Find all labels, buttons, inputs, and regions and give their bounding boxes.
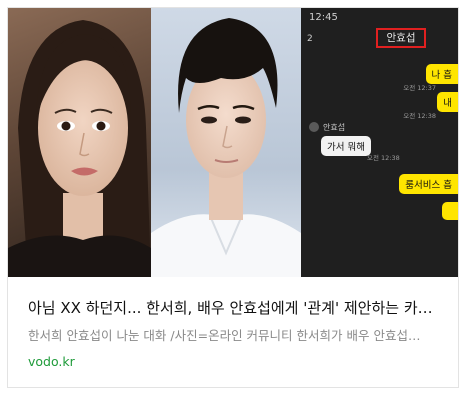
chat-unread-count: 2 — [307, 34, 313, 44]
chat-status-time: 12:45 — [309, 12, 338, 23]
chat-timestamp: 오전 12:37 — [403, 84, 436, 92]
chat-bubble-sent — [442, 202, 458, 220]
article-caption: 아님 XX 하던지... 한서희, 배우 안효섭에게 '관계' 제안하는 카… … — [28, 298, 438, 370]
man-portrait-image — [151, 18, 301, 277]
article-thumbnail[interactable]: 12:45 2 안효섭 나 흠 오전 12:37 내 오전 12:38 안효섭 … — [8, 8, 458, 277]
chat-timestamp: 오전 12:38 — [367, 154, 400, 162]
news-card[interactable]: 12:45 2 안효섭 나 흠 오전 12:37 내 오전 12:38 안효섭 … — [7, 7, 459, 388]
woman-portrait-image — [8, 20, 151, 277]
chat-timestamp: 오전 12:38 — [403, 112, 436, 120]
avatar-icon — [309, 122, 319, 132]
article-description[interactable]: 한서희 안효섭이 나눈 대화 /사진=온라인 커뮤니티 한서희가 배우 안효섭… — [28, 327, 438, 344]
chat-bubble-sent: 룸서비스 흠 — [399, 174, 458, 194]
photo-man — [151, 8, 301, 277]
chat-contact-name: 안효섭 — [376, 28, 426, 48]
chat-bubble-received: 가서 뭐해 — [321, 136, 371, 156]
chat-screenshot: 12:45 2 안효섭 나 흠 오전 12:37 내 오전 12:38 안효섭 … — [301, 8, 458, 277]
chat-bubble-sent: 나 흠 — [425, 64, 458, 84]
photo-woman — [8, 8, 151, 277]
article-title[interactable]: 아님 XX 하던지... 한서희, 배우 안효섭에게 '관계' 제안하는 카… — [28, 298, 438, 318]
chat-bubble-sent: 내 — [437, 92, 458, 112]
article-source[interactable]: vodo.kr — [28, 353, 438, 370]
chat-sender-name: 안효섭 — [323, 123, 346, 132]
